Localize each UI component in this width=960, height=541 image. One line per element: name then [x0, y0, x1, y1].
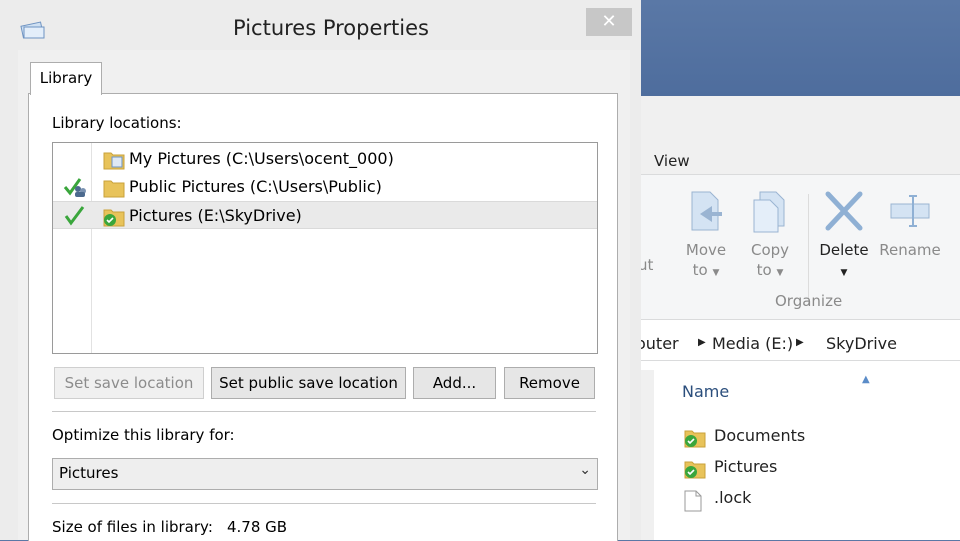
- delete-label: Delete: [819, 241, 869, 259]
- location-row[interactable]: My Pictures (C:\Users\ocent_000): [53, 145, 597, 173]
- delete-x-icon: [825, 191, 863, 231]
- copy-to-button[interactable]: Copy to ▼: [744, 188, 796, 283]
- move-to-label-1: Move: [685, 241, 727, 259]
- navigation-pane-scrollbar[interactable]: [640, 370, 654, 540]
- set-save-location-button[interactable]: Set save location: [54, 367, 204, 399]
- address-bar[interactable]: outer ▶ Media (E:) ▶ SkyDrive: [600, 326, 960, 361]
- public-save-location-icon: [63, 178, 86, 197]
- copy-to-label-2: to: [756, 261, 772, 279]
- location-text: Pictures (E:\SkyDrive): [129, 206, 302, 225]
- chevron-down-icon: ▼: [712, 268, 720, 278]
- move-to-icon: [691, 191, 722, 231]
- library-locations-list[interactable]: My Pictures (C:\Users\ocent_000) Public …: [52, 142, 598, 354]
- remove-button[interactable]: Remove: [504, 367, 595, 399]
- optimize-selected-value: Pictures: [59, 464, 119, 482]
- rename-button[interactable]: Rename: [878, 188, 942, 260]
- close-button[interactable]: ✕: [586, 8, 632, 36]
- size-label: Size of files in library:: [52, 518, 213, 536]
- sort-ascending-icon: ▲: [862, 374, 870, 385]
- breadcrumb-computer[interactable]: outer: [636, 334, 679, 353]
- copy-to-label-1: Copy: [750, 241, 790, 259]
- synced-folder-icon: [684, 461, 706, 479]
- library-folder-icon: [103, 152, 125, 170]
- explorer-titlebar: [600, 96, 960, 144]
- divider: [52, 411, 596, 412]
- dialog-title: Pictures Properties: [233, 16, 429, 40]
- location-text: Public Pictures (C:\Users\Public): [129, 177, 382, 196]
- tab-library[interactable]: Library: [30, 62, 102, 95]
- file-name: Pictures: [714, 457, 778, 476]
- column-header-name[interactable]: Name: [682, 382, 729, 401]
- location-row[interactable]: Public Pictures (C:\Users\Public): [53, 173, 597, 201]
- file-icon: [684, 490, 702, 512]
- breadcrumb-separator-icon[interactable]: ▶: [796, 337, 804, 348]
- add-button[interactable]: Add...: [413, 367, 496, 399]
- size-value: 4.78 GB: [227, 518, 288, 536]
- rename-icon: [890, 195, 930, 227]
- default-save-location-check-icon: [64, 206, 85, 226]
- set-public-save-location-button[interactable]: Set public save location: [211, 367, 406, 399]
- rename-label: Rename: [879, 241, 941, 259]
- delete-button[interactable]: Delete ▼: [816, 188, 872, 283]
- properties-dialog: Pictures Properties ✕ Library Library lo…: [0, 0, 641, 541]
- folder-icon: [103, 180, 125, 198]
- chevron-down-icon: ▼: [840, 268, 848, 278]
- location-row-selected[interactable]: Pictures (E:\SkyDrive): [53, 201, 597, 229]
- divider: [52, 503, 596, 504]
- ribbon-group-organize: Organize: [775, 292, 843, 310]
- breadcrumb-skydrive[interactable]: SkyDrive: [826, 334, 897, 353]
- location-text: My Pictures (C:\Users\ocent_000): [129, 149, 394, 168]
- ribbon-tab-view[interactable]: View: [654, 152, 690, 170]
- move-to-button[interactable]: Move to ▼: [680, 188, 732, 283]
- chevron-down-icon: ▼: [776, 268, 784, 278]
- synced-folder-icon: [103, 209, 125, 227]
- optimize-label: Optimize this library for:: [52, 426, 235, 444]
- copy-to-icon: [753, 191, 785, 233]
- explorer-window: View ut Move to ▼ Copy to ▼ Delete ▼ Ren…: [600, 96, 960, 540]
- file-name: .lock: [714, 488, 752, 507]
- ribbon-separator: [808, 194, 809, 304]
- file-name: Documents: [714, 426, 806, 445]
- optimize-dropdown[interactable]: Pictures ⌄: [52, 458, 598, 490]
- close-icon: ✕: [601, 11, 617, 32]
- chevron-down-icon: ⌄: [579, 462, 591, 478]
- library-locations-label: Library locations:: [52, 114, 182, 132]
- breadcrumb-media[interactable]: Media (E:): [712, 334, 793, 353]
- move-to-label-2: to: [692, 261, 708, 279]
- breadcrumb-separator-icon[interactable]: ▶: [698, 337, 706, 348]
- synced-folder-icon: [684, 430, 706, 448]
- library-app-icon: [20, 21, 45, 39]
